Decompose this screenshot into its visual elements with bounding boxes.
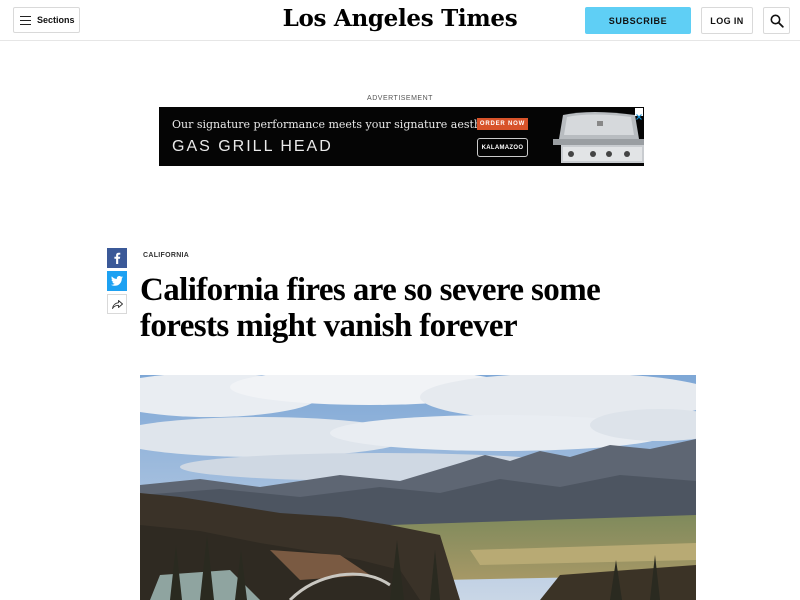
subscribe-button[interactable]: SUBSCRIBE <box>585 7 691 34</box>
ad-product-name: GAS GRILL HEAD <box>172 138 333 155</box>
facebook-icon <box>114 252 121 264</box>
search-icon <box>770 14 784 28</box>
login-button[interactable]: LOG IN <box>701 7 753 34</box>
advertisement-label: ADVERTISEMENT <box>367 95 433 102</box>
ad-brand-logo: KALAMAZOO <box>477 138 528 157</box>
article-headline: California fires are so severe some fore… <box>140 272 601 344</box>
facebook-share-button[interactable] <box>107 248 127 268</box>
ad-close-icon[interactable] <box>635 108 643 120</box>
twitter-icon <box>111 276 123 286</box>
ad-tagline: Our signature performance meets your sig… <box>172 118 506 131</box>
ad-banner[interactable]: Our signature performance meets your sig… <box>159 107 644 166</box>
share-icon <box>111 299 123 309</box>
more-share-button[interactable] <box>107 294 127 314</box>
ad-order-button[interactable]: ORDER NOW <box>477 118 528 130</box>
ad-grill-image <box>539 107 644 166</box>
search-button[interactable] <box>763 7 790 34</box>
section-kicker-link[interactable]: CALIFORNIA <box>143 252 189 259</box>
article-hero-image <box>140 375 696 600</box>
site-header: Sections Los Angeles Times SUBSCRIBE LOG… <box>0 0 800 41</box>
twitter-share-button[interactable] <box>107 271 127 291</box>
